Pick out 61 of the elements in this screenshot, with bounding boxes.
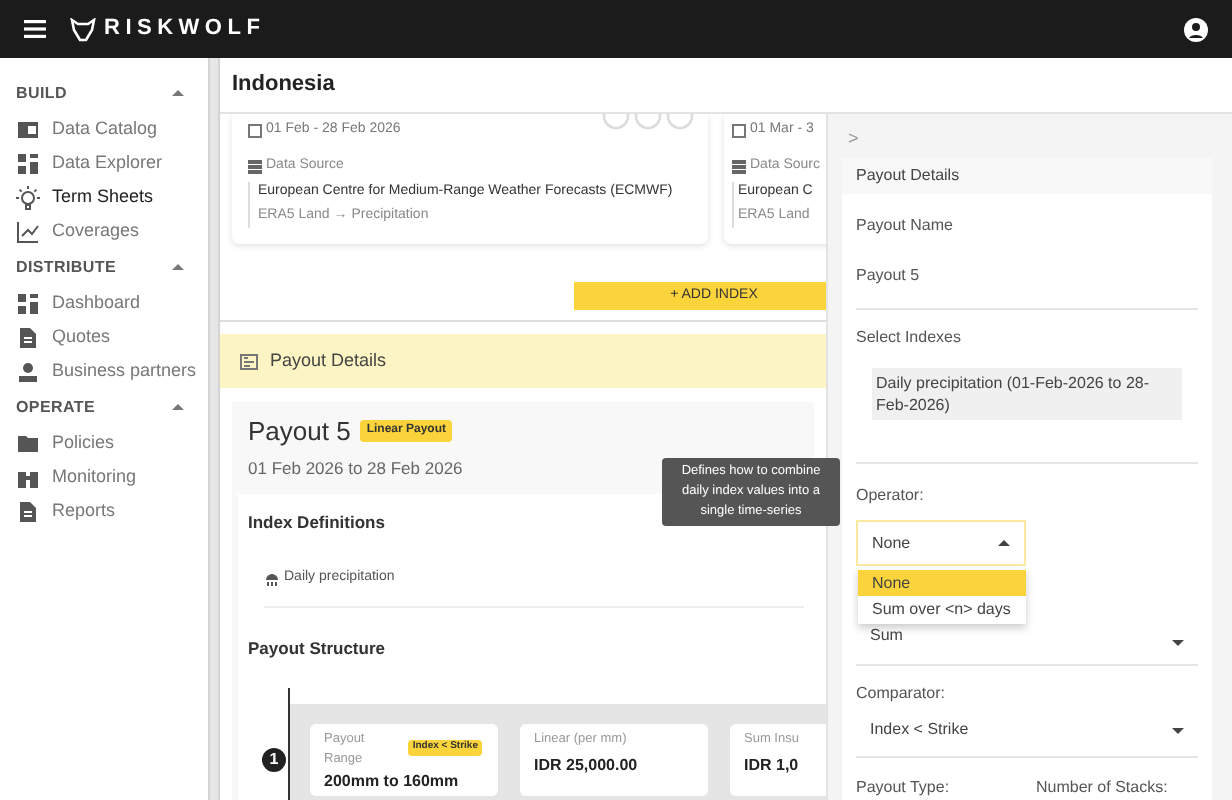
caret-up-icon[interactable] [172, 402, 184, 412]
sidebar-item[interactable]: Data Catalog [0, 112, 208, 146]
timeline-line [288, 688, 290, 800]
name-field[interactable]: Payout 5 [856, 264, 1198, 310]
sidebar-item[interactable]: Term Sheets [0, 180, 208, 214]
menu-icon[interactable] [24, 18, 46, 40]
panel-title: Payout Details [856, 164, 960, 188]
index-chip[interactable]: Daily precipitation (01-Feb-2026 to 28-Feb-2026) [872, 368, 1182, 420]
subsection-title: Index Definitions [248, 510, 385, 536]
calendar-icon [248, 123, 262, 137]
database-icon [732, 159, 746, 174]
person-icon [16, 359, 40, 383]
field-label: Payout Name [856, 214, 955, 238]
sidebar-item[interactable]: Policies [0, 426, 208, 460]
calendar-icon [732, 123, 746, 137]
caret-up-icon[interactable] [172, 88, 184, 98]
account-icon[interactable] [1184, 17, 1208, 41]
dropdown-option[interactable]: Sum over <n> days [858, 596, 1026, 622]
book-icon [16, 117, 40, 141]
sidebar-item[interactable]: Business partners [0, 354, 208, 388]
section-heading: DISTRIBUTE [16, 255, 116, 279]
sidebar-item[interactable]: Coverages [0, 214, 208, 248]
collapse-button[interactable]: > [842, 114, 1212, 158]
dropdown-option[interactable]: None [858, 570, 1026, 596]
dashboard-icon [16, 151, 40, 175]
field-label: Select Indexes [856, 326, 963, 350]
document-icon [16, 499, 40, 523]
document-icon [16, 325, 40, 349]
dashboard-icon [16, 291, 40, 315]
field-label: Comparator: [856, 682, 947, 706]
payout-dates: 01 Feb 2026 to 28 Feb 2026 [248, 455, 463, 481]
sidebar-item[interactable]: Monitoring [0, 460, 208, 494]
payout-name: Payout 5 [248, 414, 351, 450]
field-label: Operator: [856, 484, 926, 508]
step-number: 1 [260, 746, 288, 775]
caret-down-icon [1172, 725, 1184, 735]
comparator-select[interactable]: Index < Strike [856, 718, 1198, 758]
field-value: IDR 25,000.00 [534, 754, 640, 779]
sidebar-item[interactable]: Data Explorer [0, 146, 208, 180]
sidebar-item[interactable]: Quotes [0, 320, 208, 354]
brand-name: RISKWOLF [104, 14, 266, 45]
wolf-logo-icon [70, 17, 96, 41]
caret-down-icon [1172, 638, 1184, 648]
operator-select[interactable]: None [856, 520, 1026, 566]
sidebar-item[interactable]: Dashboard [0, 286, 208, 320]
lightbulb-icon [16, 185, 40, 209]
line-chart-icon [16, 219, 40, 243]
field-value: IDR 1,0 [744, 754, 801, 779]
field-label: Number of Stacks: [1036, 776, 1168, 800]
caret-up-icon[interactable] [172, 262, 184, 272]
section-heading: OPERATE [16, 395, 95, 419]
subsection-title: Payout Structure [248, 635, 387, 661]
field-value: 200mm to 160mm [324, 770, 461, 795]
page-title: Indonesia [232, 70, 335, 101]
section-title: Payout Details [270, 347, 387, 374]
field-label: Payout Type: [856, 776, 952, 800]
sidebar-item[interactable]: Reports [0, 494, 208, 528]
rain-cloud-icon [264, 570, 280, 587]
database-icon [248, 159, 262, 174]
folder-icon [16, 431, 40, 455]
section-heading: BUILD [16, 81, 67, 105]
